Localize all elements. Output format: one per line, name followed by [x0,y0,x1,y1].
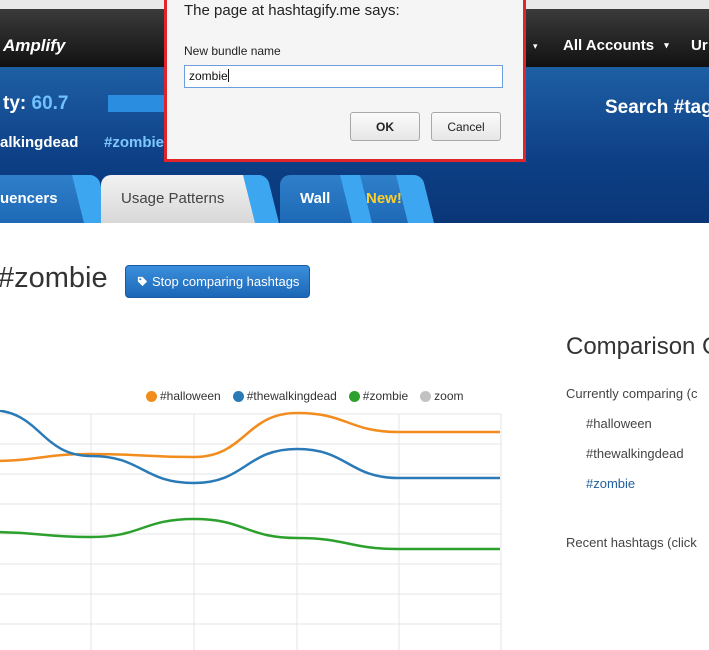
new-badge: New! [366,190,402,207]
comparison-subtitle: Currently comparing (c [566,386,698,401]
hashtag-link-zombie[interactable]: #zombie [104,134,164,151]
stop-comparing-label: Stop comparing hashtags [152,274,300,289]
bundle-name-label: New bundle name [184,44,281,58]
bundle-name-input[interactable]: zombie [184,65,503,88]
dialog-title: The page at hashtagify.me says: [184,2,400,19]
chevron-down-icon: ▾ [664,40,669,50]
legend-item-zoom[interactable]: zoom [420,389,464,403]
tab-influencers-label: uencers [0,190,58,207]
tab-wall[interactable]: Wall New! [280,175,434,223]
comparison-item-halloween[interactable]: #halloween [586,416,652,431]
hashtag-link-thewalkingdead[interactable]: alkingdead [0,134,78,151]
legend-dot-zombie [348,390,360,402]
legend-item-zombie[interactable]: #zombie [348,389,408,403]
legend-item-thewalkingdead[interactable]: #thewalkingdead [232,389,337,403]
stop-comparing-button[interactable]: Stop comparing hashtags [125,265,310,298]
activity-value: 60.7 [31,93,69,114]
tab-wall-label: Wall [300,190,331,207]
tab-usage-patterns[interactable]: Usage Patterns [101,175,279,223]
legend-item-halloween[interactable]: #halloween [146,389,221,403]
cancel-button[interactable]: Cancel [431,112,501,141]
text-cursor [227,69,229,82]
legend-dot-thewalkingdead [232,390,244,402]
activity-bar [108,95,164,112]
activity-score: ty: 60.7 [3,93,68,115]
legend-dot-halloween [146,390,157,402]
recent-hashtags-label: Recent hashtags (click [566,535,697,550]
legend-dot-zoom [420,390,432,402]
user-menu[interactable]: Ur [691,37,708,54]
prompt-dialog: The page at hashtagify.me says: New bund… [164,0,526,162]
chart-grid [0,413,502,650]
search-hashtag-link[interactable]: Search #tag [605,97,709,119]
tab-influencers[interactable]: uencers [0,175,110,223]
ok-button[interactable]: OK [350,112,420,141]
bundle-name-value: zombie [189,69,228,83]
line-chart [0,410,502,650]
comparison-item-thewalkingdead[interactable]: #thewalkingdead [586,446,684,461]
brand-logo[interactable]: Amplify [3,36,65,56]
menu-caret-icon[interactable]: ▾ [533,41,538,52]
activity-label: ty: [3,93,32,114]
all-accounts-menu[interactable]: All Accounts ▾ [563,37,669,54]
chart-legend: #halloween #thewalkingdead #zombie zoom [146,389,464,403]
tag-icon [137,276,148,287]
comparison-item-zombie[interactable]: #zombie [586,476,635,491]
all-accounts-label: All Accounts [563,37,655,54]
page-title: #zombie [0,262,108,294]
series-line-thewalkingdead [0,410,500,485]
comparison-title: Comparison C [566,333,709,360]
tab-usage-label: Usage Patterns [121,190,225,207]
